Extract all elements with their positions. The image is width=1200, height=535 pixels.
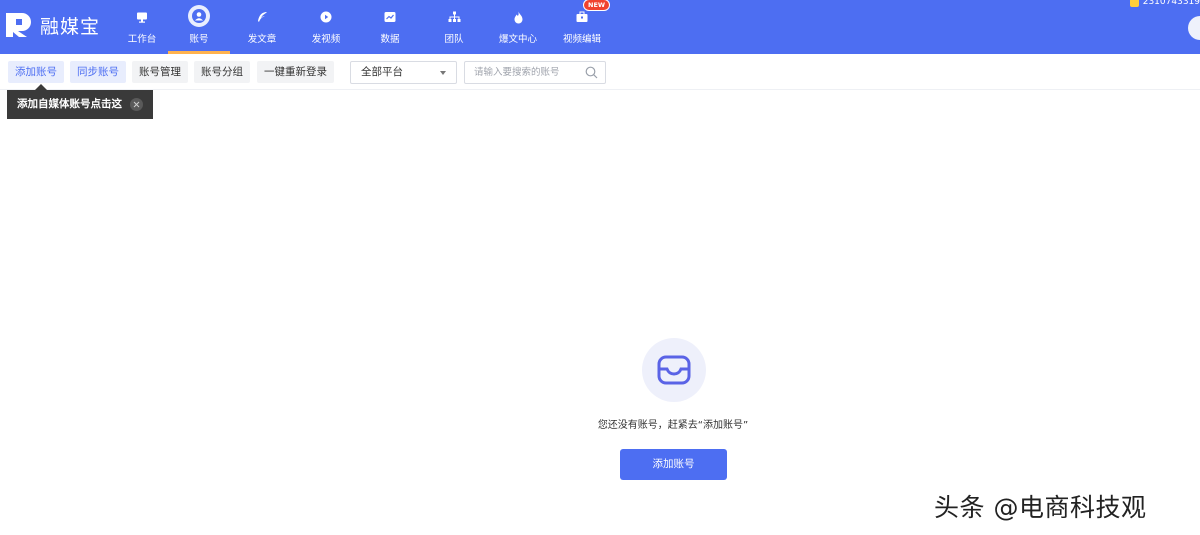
logo-mark-icon [6, 13, 31, 37]
play-icon [316, 7, 336, 27]
nav-item-video-edit[interactable]: 视频编辑 NEW [551, 0, 613, 54]
nav-label: 团队 [444, 34, 464, 45]
account-search [464, 61, 606, 84]
chart-icon [380, 7, 400, 27]
empty-state-message: 您还没有账号，赶紧去“添加账号” [597, 420, 749, 431]
nav-item-account[interactable]: 账号 [168, 0, 230, 54]
nav-item-post-article[interactable]: 发文章 [231, 0, 293, 54]
watermark-text: 头条 @电商科技观 [934, 493, 1147, 522]
nav-label: 爆文中心 [498, 34, 537, 45]
tooltip-text: 添加自媒体账号点击这 [17, 98, 122, 110]
user-id-icon [1129, 0, 1139, 7]
empty-state-add-account-button[interactable]: 添加账号 [620, 449, 727, 480]
add-account-tooltip: 添加自媒体账号点击这 [7, 84, 153, 119]
nav-item-team[interactable]: 团队 [423, 0, 485, 54]
platform-select-value: 全部平台 [361, 66, 403, 78]
group-account-button[interactable]: 账号分组 [194, 61, 250, 83]
caret-down-icon [440, 71, 446, 75]
fire-icon [508, 7, 528, 27]
nav-item-post-video[interactable]: 发视频 [295, 0, 357, 54]
nav-label: 发视频 [311, 34, 341, 45]
relogin-all-button[interactable]: 一键重新登录 [257, 61, 334, 83]
top-header: 融媒宝 工作台 账号 发文章 发视频 数据 团队 爆文中心 视频编辑 NEW 2… [0, 0, 1200, 54]
new-badge: NEW [583, 0, 611, 11]
platform-select[interactable]: 全部平台 [350, 61, 457, 84]
nav-label: 工作台 [127, 34, 157, 45]
user-id-display[interactable]: 2310743319 [1129, 0, 1200, 7]
nav-label: 发文章 [247, 34, 277, 45]
monitor-icon [132, 7, 152, 27]
nav-label: 数据 [380, 34, 400, 45]
app-name: 融媒宝 [40, 15, 101, 38]
user-id-text: 2310743319 [1142, 0, 1200, 7]
sync-account-button[interactable]: 同步账号 [70, 61, 126, 83]
nav-item-data[interactable]: 数据 [359, 0, 421, 54]
team-icon [444, 7, 464, 27]
inbox-icon [657, 355, 691, 385]
tooltip-close-button[interactable] [130, 98, 143, 111]
tooltip-arrow [35, 84, 47, 90]
manage-account-button[interactable]: 账号管理 [132, 61, 188, 83]
search-icon[interactable] [585, 66, 598, 79]
add-account-button[interactable]: 添加账号 [8, 61, 64, 83]
avatar[interactable] [1188, 16, 1200, 40]
nav-label: 视频编辑 [562, 34, 601, 45]
empty-state-illustration [642, 338, 706, 402]
nav-label: 账号 [189, 34, 209, 45]
user-icon [188, 5, 210, 27]
feather-icon [252, 7, 272, 27]
nav-item-workbench[interactable]: 工作台 [111, 0, 173, 54]
app-logo[interactable]: 融媒宝 [6, 10, 100, 40]
nav-item-viral-center[interactable]: 爆文中心 [487, 0, 549, 54]
search-input[interactable] [465, 62, 581, 83]
close-icon [133, 101, 140, 108]
